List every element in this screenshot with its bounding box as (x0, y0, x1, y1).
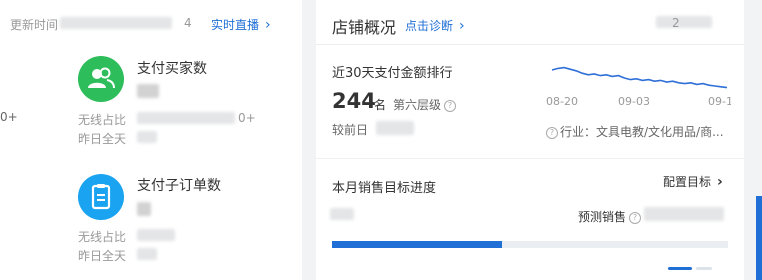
help-icon[interactable]: ? (629, 212, 642, 224)
rank-value: 244 (332, 89, 376, 113)
blurred-goal-amount (330, 208, 354, 220)
shop-overview-title: 店铺概况 (332, 18, 397, 37)
industry-info: ? 行业：文具电教/文化用品/商... (546, 123, 724, 140)
wireless-label-1: 无线占比 (78, 113, 127, 127)
goal-progress-bar (332, 241, 728, 248)
update-time-label: 更新时间 (10, 18, 59, 32)
pagination-dot-active[interactable] (668, 267, 692, 270)
blurred-yesterday-1 (137, 131, 157, 143)
diagnose-link[interactable]: 点击诊断 › (405, 17, 465, 34)
blurred-orders-value (137, 202, 151, 216)
goal-progress-fill (332, 241, 503, 248)
shop-overview-panel: 店铺概况 点击诊断 › 2 近30天支付金额排行 244 名 第六层级? 较前日 … (316, 0, 744, 280)
blurred-header-info (656, 16, 712, 28)
blurred-wireless-1 (137, 112, 235, 124)
forecast-label: 预测销售? (578, 208, 642, 225)
wireless-label-2: 无线占比 (78, 230, 127, 244)
chevron-right-icon: › (265, 17, 271, 33)
rank-trend-chart: 08-20 09-03 09-18 (546, 66, 731, 108)
chevron-right-icon: › (459, 18, 465, 34)
divider (316, 44, 744, 45)
yesterday-label-2: 昨日全天 (78, 249, 127, 263)
buyers-icon (78, 56, 124, 102)
blurred-prev-day (376, 121, 414, 135)
x-tick-label: 08-20 (546, 95, 578, 108)
trend-line (551, 66, 728, 89)
prev-day-label: 较前日 (332, 123, 369, 137)
divider (316, 158, 744, 159)
x-tick-label: 09-18 (708, 95, 731, 108)
chevron-right-icon: › (717, 174, 723, 190)
edge-fragment: 0+ (0, 110, 18, 124)
metric-title-buyers: 支付买家数 (137, 61, 207, 77)
blurred-wireless-2 (137, 229, 175, 241)
config-goal-button[interactable]: 配置目标 › (663, 173, 723, 190)
help-icon[interactable]: ? (546, 127, 558, 139)
goal-title: 本月销售目标进度 (332, 181, 437, 196)
blurred-buyers-value (137, 84, 159, 98)
scrollbar-accent[interactable] (756, 196, 762, 280)
x-tick-label: 09-03 (618, 95, 650, 108)
rank-tier: 第六层级? (393, 96, 457, 113)
blurred-update-time (60, 17, 172, 29)
realtime-live-link[interactable]: 实时直播 › (211, 16, 271, 33)
wireless-suffix-1: 0+ (238, 111, 256, 125)
rank-title: 近30天支付金额排行 (332, 66, 453, 81)
rank-unit: 名 (374, 98, 387, 112)
pagination-dot[interactable] (696, 267, 712, 270)
header-fragment: 2 (672, 16, 680, 30)
update-time-suffix: 4 (184, 16, 192, 30)
realtime-panel: 更新时间 4 实时直播 › 0+ 支付买家数 无线占比 0+ 昨日全天 支付子订单… (0, 0, 302, 280)
help-icon[interactable]: ? (444, 100, 457, 112)
metric-title-orders: 支付子订单数 (137, 178, 221, 194)
order-icon (78, 174, 124, 220)
blurred-yesterday-2 (137, 248, 157, 260)
yesterday-label-1: 昨日全天 (78, 132, 127, 146)
blurred-forecast (644, 207, 724, 221)
